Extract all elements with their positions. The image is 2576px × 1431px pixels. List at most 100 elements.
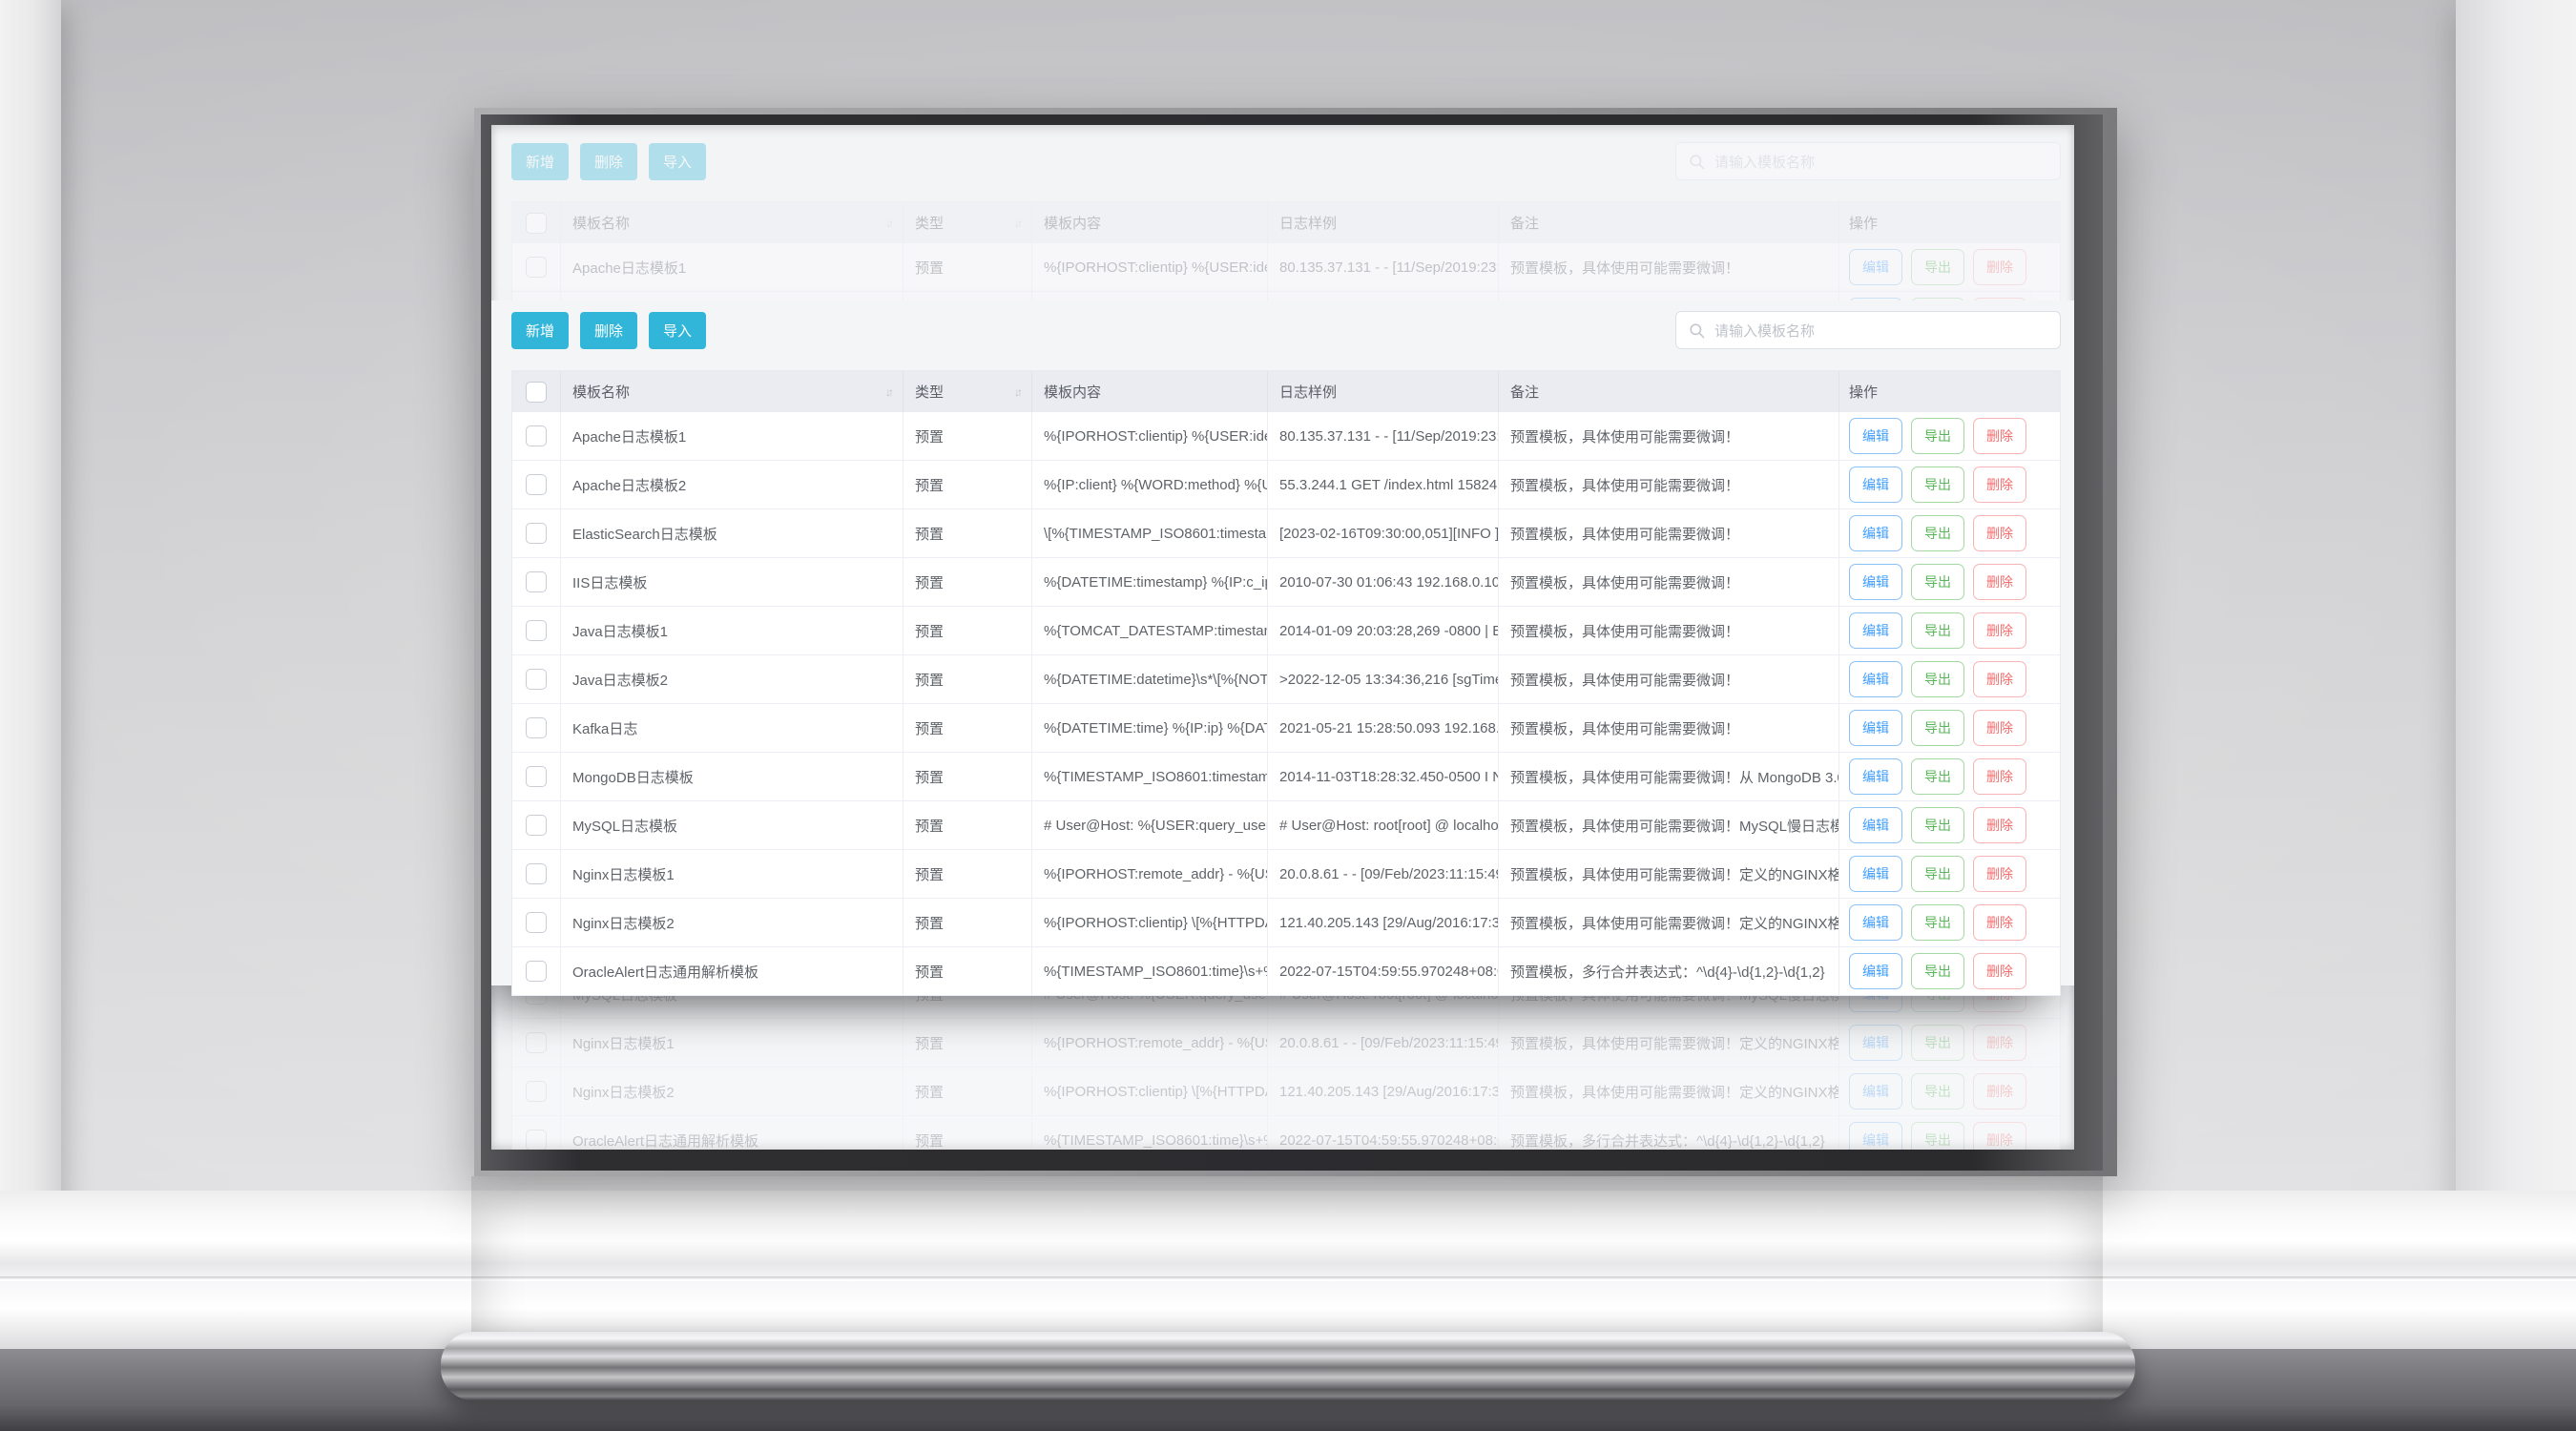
header-remark-label: 备注 xyxy=(1510,213,1539,233)
row-checkbox[interactable] xyxy=(526,766,547,787)
edit-button[interactable]: 编辑 xyxy=(1849,661,1902,697)
import-button[interactable]: 导入 xyxy=(649,312,706,349)
row-checkbox-cell xyxy=(512,607,561,654)
row-delete-button[interactable]: 删除 xyxy=(1973,953,2026,989)
table-row: Apache日志模板2 预置 %{IP:client} %{WORD:metho… xyxy=(512,461,2060,509)
cell-template-content: %{DATETIME:timestamp} %{IP:c_ip} ... xyxy=(1032,558,1268,606)
cell-actions: 编辑 导出 删除 xyxy=(1839,1116,2060,1150)
export-button[interactable]: 导出 xyxy=(1911,758,1964,795)
row-checkbox[interactable] xyxy=(526,571,547,592)
template-table: 模板名称↓↑ 类型↓↑ 模板内容 日志样例 备注 操作 Apache日志模板1 … xyxy=(511,370,2061,996)
export-button[interactable]: 导出 xyxy=(1911,612,1964,649)
export-button[interactable]: 导出 xyxy=(1911,856,1964,892)
table-row: OracleAlert日志通用解析模板 预置 %{TIMESTAMP_ISO86… xyxy=(512,947,2060,996)
cell-template-name: Kafka日志 xyxy=(561,704,904,752)
export-button[interactable]: 导出 xyxy=(1911,467,1964,503)
edit-button[interactable]: 编辑 xyxy=(1849,758,1902,795)
cell-log-sample: >2022-12-05 13:34:36,216 [sgTimer] ... xyxy=(1268,655,1499,703)
cell-remark: 预置模板，具体使用可能需要微调！ xyxy=(1499,607,1839,654)
edit-button[interactable]: 编辑 xyxy=(1849,710,1902,746)
table-row: Kafka日志 预置 %{DATETIME:time} %{IP:ip} %{D… xyxy=(512,704,2060,753)
row-delete-button[interactable]: 删除 xyxy=(1973,661,2026,697)
header-content-label: 模板内容 xyxy=(1044,382,1101,402)
row-checkbox[interactable] xyxy=(526,912,547,933)
cell-template-name: Nginx日志模板1 xyxy=(561,1019,904,1067)
row-delete-button[interactable]: 删除 xyxy=(1973,467,2026,503)
row-checkbox[interactable] xyxy=(526,620,547,641)
header-template-name-label: 模板名称 xyxy=(572,382,630,402)
row-delete-button[interactable]: 删除 xyxy=(1973,758,2026,795)
header-type: 类型↓↑ xyxy=(904,371,1032,412)
edit-button[interactable]: 编辑 xyxy=(1849,564,1902,600)
add-button[interactable]: 新增 xyxy=(511,312,569,349)
search-input[interactable]: 请输入模板名称 xyxy=(1675,311,2061,349)
row-checkbox[interactable] xyxy=(526,523,547,544)
row-checkbox[interactable] xyxy=(526,815,547,836)
edit-button[interactable]: 编辑 xyxy=(1849,467,1902,503)
row-delete-button[interactable]: 删除 xyxy=(1973,418,2026,454)
row-checkbox[interactable] xyxy=(526,474,547,495)
export-button[interactable]: 导出 xyxy=(1911,418,1964,454)
cell-template-content: %{TIMESTAMP_ISO8601:time}\s+%{... xyxy=(1032,1116,1268,1150)
header-remark: 备注 xyxy=(1499,202,1839,243)
header-template-content: 模板内容 xyxy=(1032,202,1268,243)
row-checkbox[interactable] xyxy=(526,425,547,446)
row-checkbox-cell xyxy=(512,461,561,508)
export-button[interactable]: 导出 xyxy=(1911,904,1964,941)
row-checkbox[interactable] xyxy=(526,961,547,982)
header-template-name: 模板名称↓↑ xyxy=(561,202,904,243)
cell-template-name: Apache日志模板1 xyxy=(561,412,904,460)
select-all-checkbox xyxy=(526,213,547,234)
row-delete-button[interactable]: 删除 xyxy=(1973,515,2026,551)
search-placeholder: 请输入模板名称 xyxy=(1714,152,1815,172)
export-button[interactable]: 导出 xyxy=(1911,807,1964,843)
export-button[interactable]: 导出 xyxy=(1911,564,1964,600)
edit-button[interactable]: 编辑 xyxy=(1849,515,1902,551)
edit-button[interactable]: 编辑 xyxy=(1849,418,1902,454)
cell-log-sample: 2022-07-15T04:59:55.970248+08:00 ... xyxy=(1268,947,1499,995)
row-checkbox[interactable] xyxy=(526,717,547,738)
row-checkbox[interactable] xyxy=(526,863,547,884)
header-type: 类型↓↑ xyxy=(904,202,1032,243)
header-actions-label: 操作 xyxy=(1849,213,1878,233)
row-delete-button[interactable]: 删除 xyxy=(1973,856,2026,892)
cell-template-name: Nginx日志模板1 xyxy=(561,850,904,898)
cell-remark: 预置模板，具体使用可能需要微调！定义的NGINX格式为... xyxy=(1499,1019,1839,1067)
edit-button[interactable]: 编辑 xyxy=(1849,807,1902,843)
edit-button[interactable]: 编辑 xyxy=(1849,953,1902,989)
cell-log-sample: 2021-05-21 15:28:50.093 192.168.8... xyxy=(1268,704,1499,752)
search-placeholder: 请输入模板名称 xyxy=(1714,321,1815,341)
table-row: MySQL日志模板 预置 # User@Host: %{USER:query_u… xyxy=(512,801,2060,850)
export-button[interactable]: 导出 xyxy=(1911,515,1964,551)
row-checkbox xyxy=(526,257,547,278)
table-row: MongoDB日志模板 预置 %{TIMESTAMP_ISO8601:times… xyxy=(512,753,2060,801)
sort-arrows-icon[interactable]: ↓↑ xyxy=(880,385,891,399)
row-delete-button[interactable]: 删除 xyxy=(1973,612,2026,649)
export-button[interactable]: 导出 xyxy=(1911,953,1964,989)
row-delete-button[interactable]: 删除 xyxy=(1973,904,2026,941)
cell-remark: 预置模板，具体使用可能需要微调！ xyxy=(1499,509,1839,557)
export-button[interactable]: 导出 xyxy=(1911,661,1964,697)
header-template-name-label: 模板名称 xyxy=(572,213,630,233)
cell-template-content: %{IP:client} %{WORD:method} %{U... xyxy=(1032,461,1268,508)
select-all-checkbox[interactable] xyxy=(526,382,547,403)
cell-template-content: %{DATETIME:time} %{IP:ip} %{DATA... xyxy=(1032,704,1268,752)
cell-log-sample: 80.135.37.131 - - [11/Sep/2019:23:56... xyxy=(1268,243,1499,291)
cell-template-content: %{DATETIME:datetime}\s*\[%{NOTS... xyxy=(1032,655,1268,703)
cell-template-content: %{TIMESTAMP_ISO8601:time}\s+%{... xyxy=(1032,947,1268,995)
export-button: 导出 xyxy=(1911,1073,1964,1110)
cell-log-sample: 80.135.37.131 - - [11/Sep/2019:23:56... xyxy=(1268,412,1499,460)
delete-button[interactable]: 删除 xyxy=(580,312,637,349)
import-button: 导入 xyxy=(649,143,706,180)
row-delete-button[interactable]: 删除 xyxy=(1973,807,2026,843)
cell-log-sample: 20.0.8.61 - - [09/Feb/2023:11:15:49 +... xyxy=(1268,1019,1499,1067)
export-button[interactable]: 导出 xyxy=(1911,710,1964,746)
edit-button[interactable]: 编辑 xyxy=(1849,904,1902,941)
sort-arrows-icon[interactable]: ↓↑ xyxy=(1008,385,1020,399)
row-delete-button[interactable]: 删除 xyxy=(1973,564,2026,600)
row-delete-button[interactable]: 删除 xyxy=(1973,710,2026,746)
edit-button[interactable]: 编辑 xyxy=(1849,612,1902,649)
row-checkbox[interactable] xyxy=(526,669,547,690)
edit-button[interactable]: 编辑 xyxy=(1849,856,1902,892)
cell-remark: 预置模板，具体使用可能需要微调！ xyxy=(1499,243,1839,291)
